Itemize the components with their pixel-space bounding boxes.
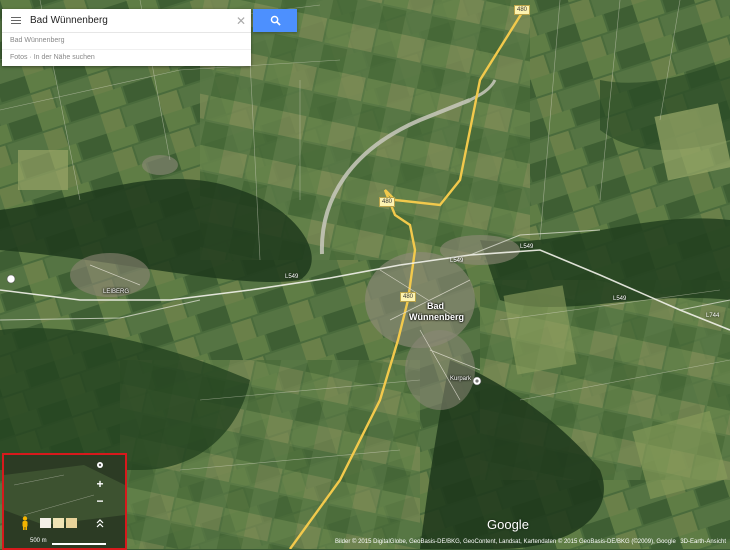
town-label-line1: Bad xyxy=(427,301,445,311)
road-label-l549-c: L549 xyxy=(613,296,627,302)
attribution-text[interactable]: Bilder © 2015 DigitalGlobe, GeoBasis-DE/… xyxy=(335,539,676,545)
search-panel: ✕ Bad Wünnenberg Fotos · In der Nähe suc… xyxy=(2,9,251,66)
layer-thumb-terrain[interactable] xyxy=(53,518,64,528)
magnifier-icon xyxy=(270,15,281,26)
scale-line xyxy=(52,543,106,545)
layer-thumb-traffic[interactable] xyxy=(66,518,77,528)
search-row: ✕ xyxy=(2,9,251,33)
scale-text: 500 m xyxy=(30,538,47,544)
road-label-l549-a: L549 xyxy=(450,258,464,264)
road-label-l744: L744 xyxy=(706,313,720,319)
compass-button[interactable] xyxy=(93,458,107,472)
search-button[interactable] xyxy=(253,9,297,32)
leiberg-label: LEIBERG xyxy=(103,289,130,295)
compass-icon xyxy=(97,462,103,468)
suggestion-item[interactable]: Bad Wünnenberg xyxy=(2,33,251,50)
photos-nearby-link[interactable]: Fotos · In der Nähe suchen xyxy=(2,50,251,66)
google-logo: Google xyxy=(487,517,529,532)
layer-thumb-map[interactable] xyxy=(40,518,51,528)
road-shield-480-top: 480 xyxy=(514,5,531,15)
pegman-icon[interactable] xyxy=(20,516,30,530)
chevron-up-icon xyxy=(96,518,104,527)
road-shield-480-town: 480 xyxy=(400,292,417,302)
earth-mode-label[interactable]: 3D-Earth-Ansicht xyxy=(680,539,726,545)
town-label-line2: Wünnenberg xyxy=(409,312,464,322)
minimap-panel[interactable]: + − xyxy=(2,453,127,550)
close-icon[interactable]: ✕ xyxy=(231,14,251,28)
road-shield-480-mid: 480 xyxy=(379,197,396,207)
road-label-l549-left: L549 xyxy=(285,274,299,280)
expand-button[interactable] xyxy=(93,516,107,530)
zoom-in-button[interactable]: + xyxy=(93,477,107,491)
search-input[interactable] xyxy=(30,10,231,31)
hamburger-icon[interactable] xyxy=(2,9,30,32)
kurpark-label: Kurpark xyxy=(450,376,472,382)
road-label-l549-b: L549 xyxy=(520,244,534,250)
zoom-out-button[interactable]: − xyxy=(93,494,107,508)
